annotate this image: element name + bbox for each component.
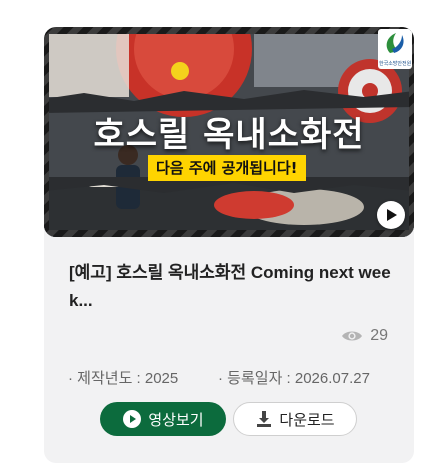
organization-logo: 한국소방안전원: [378, 29, 412, 69]
eye-icon: [342, 331, 363, 341]
registration-date: · 등록일자 : 2026.07.27: [218, 370, 370, 387]
watch-video-label: 영상보기: [148, 411, 204, 429]
video-card: 한국소방안전원 호스릴 옥내소화전 다음 주에 공개됩니다! [예고] 호스릴 …: [44, 27, 414, 463]
download-icon: [257, 411, 272, 427]
video-title[interactable]: [예고] 호스릴 옥내소화전 Coming next week...: [69, 259, 394, 315]
watch-video-button[interactable]: 영상보기: [100, 402, 226, 436]
play-icon: [387, 209, 397, 221]
video-thumbnail[interactable]: 한국소방안전원 호스릴 옥내소화전 다음 주에 공개됩니다!: [44, 27, 414, 237]
download-label: 다운로드: [279, 411, 335, 429]
logo-text: 한국소방안전원: [379, 61, 411, 67]
thumbnail-overlay-title: 호스릴 옥내소화전: [93, 115, 365, 155]
production-year: · 제작년도 : 2025: [68, 370, 179, 387]
view-count: 29: [341, 327, 388, 345]
logo-mark-icon: [386, 33, 404, 53]
thumbnail-play-button[interactable]: [377, 201, 405, 229]
view-count-value: 29: [370, 327, 388, 344]
play-circle-icon: [123, 410, 142, 428]
thumbnail-overlay-subtitle: 다음 주에 공개됩니다!: [148, 155, 306, 181]
download-button[interactable]: 다운로드: [233, 402, 357, 436]
